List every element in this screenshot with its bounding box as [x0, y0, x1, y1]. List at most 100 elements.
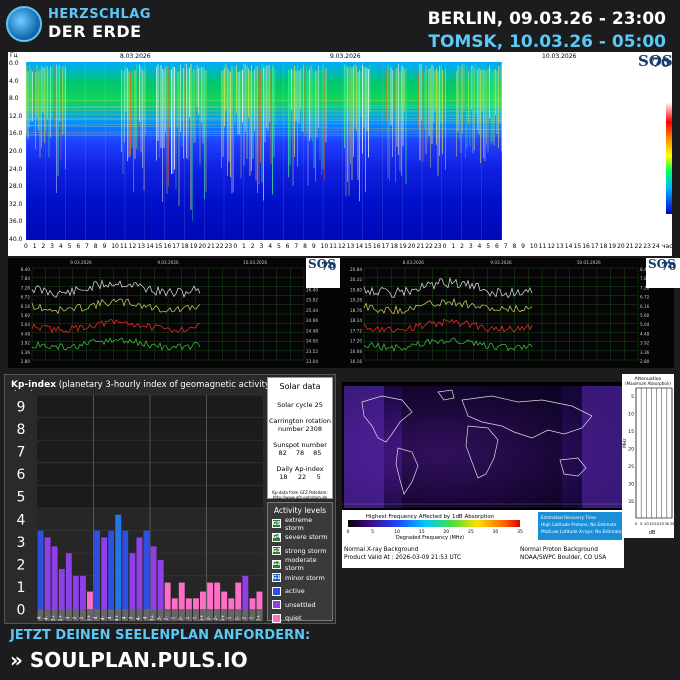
spectro-x-tick: 8: [303, 243, 307, 250]
spectro-x-tick: 23: [433, 243, 442, 250]
kp-bar-label: 2+: [58, 614, 64, 621]
activity-level-badge: [272, 613, 281, 623]
activity-level-badge: G3: [272, 546, 281, 556]
recovery-line: Estimated Recovery Time: [541, 515, 596, 521]
status-xray: Normal X-ray Background: [344, 547, 419, 553]
cta-link[interactable]: » SOULPLAN.PULS.IO: [10, 648, 248, 672]
spectro-x-tick: 2: [41, 243, 46, 250]
activity-level-label: strong storm: [285, 546, 327, 555]
kp-title-bold: Kp-index: [11, 380, 56, 390]
spectro-x-tick: 12: [338, 243, 346, 250]
spectro-x-tick: 8: [93, 243, 98, 250]
spectro-date-label: 8.03.2026: [120, 53, 151, 60]
activity-level-label: unsettled: [285, 600, 316, 609]
sos-number: 70: [321, 260, 337, 273]
spectro-x-tick: 4: [58, 243, 63, 250]
activity-level-label: active: [285, 587, 305, 596]
spectro-x-tick: 16: [582, 243, 590, 250]
amp-left-tick: 4.48: [21, 331, 31, 336]
spectro-x-tick: 19: [399, 243, 407, 250]
kp-bar-label: 1+: [220, 614, 226, 621]
kp-bar: [143, 530, 150, 621]
ap-value: 5: [316, 473, 321, 481]
spectro-x-tick: 21: [207, 243, 215, 250]
activity-levels-box: Activity levels G5 extreme storm G4 severe …: [267, 502, 333, 623]
activity-level-badge: G4: [272, 532, 281, 542]
kp-bar-label: 2-: [234, 615, 240, 620]
kp-bar: [108, 530, 115, 621]
drap-map-svg: Highest Frequency Affected by 1dB Absorp…: [342, 382, 624, 568]
ap-label: Daily Ap-index: [276, 465, 324, 473]
spectrogram-plot: [26, 62, 502, 240]
solar-cycle: Solar cycle 25: [277, 401, 323, 409]
kp-bar-label: 2-: [206, 615, 212, 620]
kp-bar-label: 4+: [114, 614, 120, 621]
sos-70-badge-right: SOS 70: [646, 257, 680, 288]
amp-left-tick: 7.28: [21, 285, 31, 290]
drap-colorbar-tick: 35: [517, 529, 523, 535]
kp-bar-label: 2-: [213, 615, 219, 620]
drap-colorbar-tick: 0: [347, 529, 350, 535]
amp-left-tick: 18.76: [350, 308, 362, 313]
berlin-datetime: BERLIN, 09.03.26 - 23:00: [427, 9, 666, 29]
spectro-x-tick: 0: [233, 243, 238, 250]
drap-colorbar-tick: 30: [493, 529, 499, 535]
kp-y-label: 2: [17, 557, 26, 573]
spectrogram-future-area: [502, 62, 654, 240]
sos-70-badge-left: SOS 70: [306, 257, 340, 288]
spectro-x-tick: 11: [329, 243, 337, 250]
spectro-x-tick: 13: [556, 243, 564, 250]
schumann-spectrogram: Гц 0.0 4.0 8.0 12.0 16.0 20.0 24.0 28.0 32.0 36.0…: [8, 52, 673, 256]
spectro-x-tick: 14: [355, 243, 364, 250]
atten-y-tick: 5: [631, 394, 634, 400]
amp-date-label: 9.03.2026: [490, 260, 512, 265]
kp-y-label: 1: [17, 580, 26, 596]
spectro-x-tick: 6: [285, 243, 290, 250]
status-valid: Product Valid At : 2026-03-09 21:53 UTC: [344, 555, 461, 561]
kp-bar-label: 1: [171, 616, 177, 619]
kp-bar-label: 3-: [157, 615, 163, 620]
kp-bar-label: 4: [107, 616, 113, 619]
sos-70-badge: SOS 70: [636, 52, 673, 88]
spectro-date-label: 10.03.2026: [542, 53, 577, 60]
kp-y-label: 8: [17, 422, 26, 438]
spectro-y-tick: 24.0: [9, 165, 23, 173]
amp-right-tick: 23.52: [306, 349, 318, 354]
sunspot-value: 85: [313, 449, 322, 457]
drap-colorbar: [348, 520, 520, 527]
kp-bar-label: 1+: [86, 614, 92, 621]
kp-bar-label: 1: [248, 616, 254, 619]
tomsk-datetime: TOMSK, 10.03.26 - 05:00: [428, 32, 666, 52]
spectro-x-tick: 9: [311, 243, 316, 250]
amp-left-tick: 16.68: [350, 349, 362, 354]
activity-level-badge: G5: [272, 519, 281, 529]
spectro-y-tick: 12.0: [9, 112, 23, 120]
amp-right-tick: 24.00: [306, 339, 318, 344]
spectro-y-tick: 28.0: [9, 183, 23, 191]
sunspot-label: Sunspot number: [273, 441, 327, 449]
spectro-x-tick: 18: [390, 243, 398, 250]
amp-left-tick: 20.84: [350, 267, 362, 272]
spectro-x-tick: 1: [32, 243, 37, 250]
kp-bar-label: 3+: [51, 614, 57, 621]
spectro-x-tick: 6: [76, 243, 81, 250]
carrington-value: number 2308: [278, 425, 322, 433]
spectro-x-tick: 20: [407, 243, 416, 250]
drap-colorbar-tick: 25: [468, 529, 474, 535]
spectro-x-tick: 22: [425, 243, 433, 250]
amp-left-tick: 5.60: [21, 313, 31, 318]
spectro-x-tick: 2: [250, 243, 255, 250]
spectro-x-tick: 10: [111, 243, 119, 250]
spectro-x-tick: 0: [24, 243, 28, 250]
sunspot-value: 82: [278, 449, 287, 457]
drap-colorbar-title: Highest Frequency Affected by 1dB Absorp…: [366, 514, 495, 520]
spectro-x-tick: 14: [564, 243, 573, 250]
spectro-x-tick: 9: [521, 243, 525, 250]
spectro-x-tick: 1: [242, 243, 246, 250]
amp-left-tick: 8.40: [21, 267, 31, 272]
kp-bar-label: 1+: [256, 614, 262, 621]
kp-y-label: 9: [17, 399, 26, 415]
spectro-x-tick: 7: [294, 243, 299, 250]
spectro-x-tick: 15: [364, 243, 372, 250]
atten-y-unit: MHz: [622, 438, 628, 448]
